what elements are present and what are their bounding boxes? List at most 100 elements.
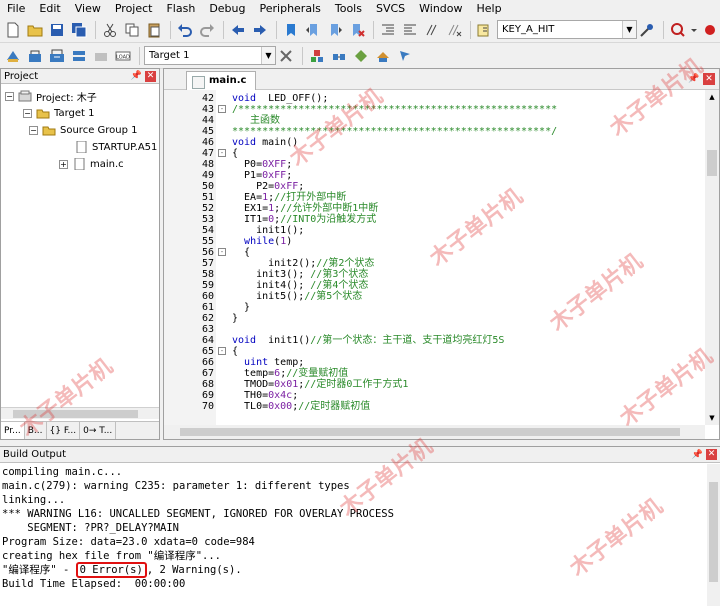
find-combo[interactable]: KEY_A_HIT ▼ [497, 20, 637, 39]
code-token: TMOD= [232, 379, 275, 390]
code-token: 0xFF [274, 181, 299, 192]
code-token: IT1= [232, 214, 269, 225]
tree-node-file[interactable]: + main.c [59, 156, 124, 172]
undo-icon[interactable] [175, 20, 195, 40]
save-all-icon[interactable] [69, 20, 89, 40]
menu-item-help[interactable]: Help [470, 0, 509, 17]
target-select[interactable]: Target 1 ▼ [144, 46, 276, 65]
new-file-icon[interactable] [3, 20, 23, 40]
uncomment-icon[interactable] [444, 20, 464, 40]
file-extensions-icon[interactable] [329, 46, 349, 66]
copy-icon[interactable] [122, 20, 142, 40]
build-icon[interactable] [25, 46, 45, 66]
code-text: void init1()//第一个状态：主干道、支干道均亮红灯5S [232, 335, 504, 346]
tab-templates[interactable]: 0→ T... [80, 422, 117, 439]
comment-icon[interactable] [422, 20, 442, 40]
code-token: init2(); [232, 258, 317, 269]
prev-bookmark-icon[interactable] [303, 20, 323, 40]
find-in-files-icon[interactable] [475, 20, 495, 40]
output-line: main.c(279): warning C235: parameter 1: … [2, 480, 350, 492]
separator [276, 20, 277, 39]
tree-node-source-group[interactable]: − Source Group 1 [29, 122, 138, 138]
code-area[interactable]: 42 void LED_OFF(); 43-/*******************… [164, 90, 704, 425]
menu-item-flash[interactable]: Flash [159, 0, 202, 17]
close-icon[interactable]: ✕ [703, 73, 715, 85]
build-output-text[interactable]: compiling main.c... main.c(279): warning… [2, 465, 707, 591]
target-options-icon[interactable] [276, 46, 296, 66]
scroll-down-icon[interactable]: ▼ [705, 411, 719, 425]
fold-toggle-icon[interactable]: - [218, 149, 226, 157]
debug-session-icon[interactable] [668, 20, 688, 40]
chevron-down-icon[interactable]: ▼ [622, 21, 636, 38]
cut-icon[interactable] [100, 20, 120, 40]
pack-installer-icon[interactable] [395, 46, 415, 66]
close-icon[interactable]: ✕ [706, 449, 717, 460]
pin-icon[interactable]: 📌 [692, 447, 703, 463]
next-bookmark-icon[interactable] [325, 20, 345, 40]
scroll-up-icon[interactable]: ▲ [705, 90, 719, 104]
save-icon[interactable] [47, 20, 67, 40]
close-icon[interactable]: ✕ [145, 71, 156, 82]
menu-item-edit[interactable]: Edit [32, 0, 67, 17]
expand-icon[interactable]: + [59, 159, 68, 169]
rebuild-icon[interactable] [47, 46, 67, 66]
manage-components-icon[interactable] [307, 46, 327, 66]
open-folder-icon[interactable] [25, 20, 45, 40]
paste-icon[interactable] [144, 20, 164, 40]
tree-node-file[interactable]: STARTUP.A51 [74, 139, 157, 155]
incremental-find-icon[interactable] [637, 20, 657, 40]
scrollbar-thumb[interactable] [709, 482, 718, 582]
menu-item-peripherals[interactable]: Peripherals [253, 0, 328, 17]
line-number: 46 [201, 137, 214, 148]
software-packs-icon[interactable] [373, 46, 393, 66]
menu-item-window[interactable]: Window [412, 0, 469, 17]
menu-item-project[interactable]: Project [108, 0, 160, 17]
pin-icon[interactable]: 📌 [131, 69, 142, 84]
redo-icon[interactable] [197, 20, 217, 40]
fold-toggle-icon[interactable]: - [218, 347, 226, 355]
load-icon[interactable]: LOAD [113, 46, 133, 66]
collapse-icon[interactable]: − [29, 125, 38, 135]
target-folder-icon [36, 109, 50, 119]
menu-item-tools[interactable]: Tools [328, 0, 369, 17]
nav-back-icon[interactable] [228, 20, 248, 40]
collapse-icon[interactable]: − [23, 108, 32, 118]
tree-node-target[interactable]: − Target 1 [23, 105, 94, 121]
breakpoint-icon[interactable] [700, 20, 720, 40]
menu-item-debug[interactable]: Debug [202, 0, 252, 17]
scrollbar-thumb[interactable] [707, 150, 717, 176]
bookmark-icon[interactable] [281, 20, 301, 40]
select-packs-icon[interactable] [351, 46, 371, 66]
code-token: temp; [268, 357, 305, 368]
menu-item-view[interactable]: View [68, 0, 108, 17]
vertical-scrollbar[interactable] [707, 464, 720, 606]
pin-icon[interactable]: 📌 [688, 73, 700, 85]
indent-icon[interactable] [378, 20, 398, 40]
menu-item-svcs[interactable]: SVCS [369, 0, 412, 17]
unindent-icon[interactable] [400, 20, 420, 40]
tab-main-c[interactable]: main.c [186, 71, 256, 90]
tab-functions[interactable]: {} F... [47, 422, 81, 439]
tab-books[interactable]: B... [25, 422, 47, 439]
tab-project[interactable]: Pr... [1, 422, 25, 439]
scrollbar-thumb[interactable] [13, 410, 138, 418]
horizontal-scrollbar[interactable] [164, 425, 705, 439]
nav-forward-icon[interactable] [250, 20, 270, 40]
stop-build-icon[interactable] [91, 46, 111, 66]
horizontal-scrollbar[interactable] [1, 407, 159, 419]
tree-node-project[interactable]: − Project: 木子 [5, 88, 97, 104]
editor-window-controls: 📌 ✕ [688, 73, 715, 85]
menu-item-file[interactable]: File [0, 0, 32, 17]
code-text: P1=0xFF; [232, 170, 292, 181]
fold-toggle-icon[interactable]: - [218, 105, 226, 113]
scrollbar-thumb[interactable] [180, 428, 680, 436]
dropdown-arrow-icon[interactable] [690, 20, 698, 40]
find-combo-value: KEY_A_HIT [502, 24, 555, 35]
vertical-scrollbar[interactable]: ▲ ▼ [705, 90, 719, 425]
chevron-down-icon[interactable]: ▼ [261, 47, 275, 64]
collapse-icon[interactable]: − [5, 91, 14, 101]
fold-toggle-icon[interactable]: - [218, 248, 226, 256]
batch-build-icon[interactable] [69, 46, 89, 66]
translate-icon[interactable] [3, 46, 23, 66]
clear-bookmarks-icon[interactable] [347, 20, 367, 40]
